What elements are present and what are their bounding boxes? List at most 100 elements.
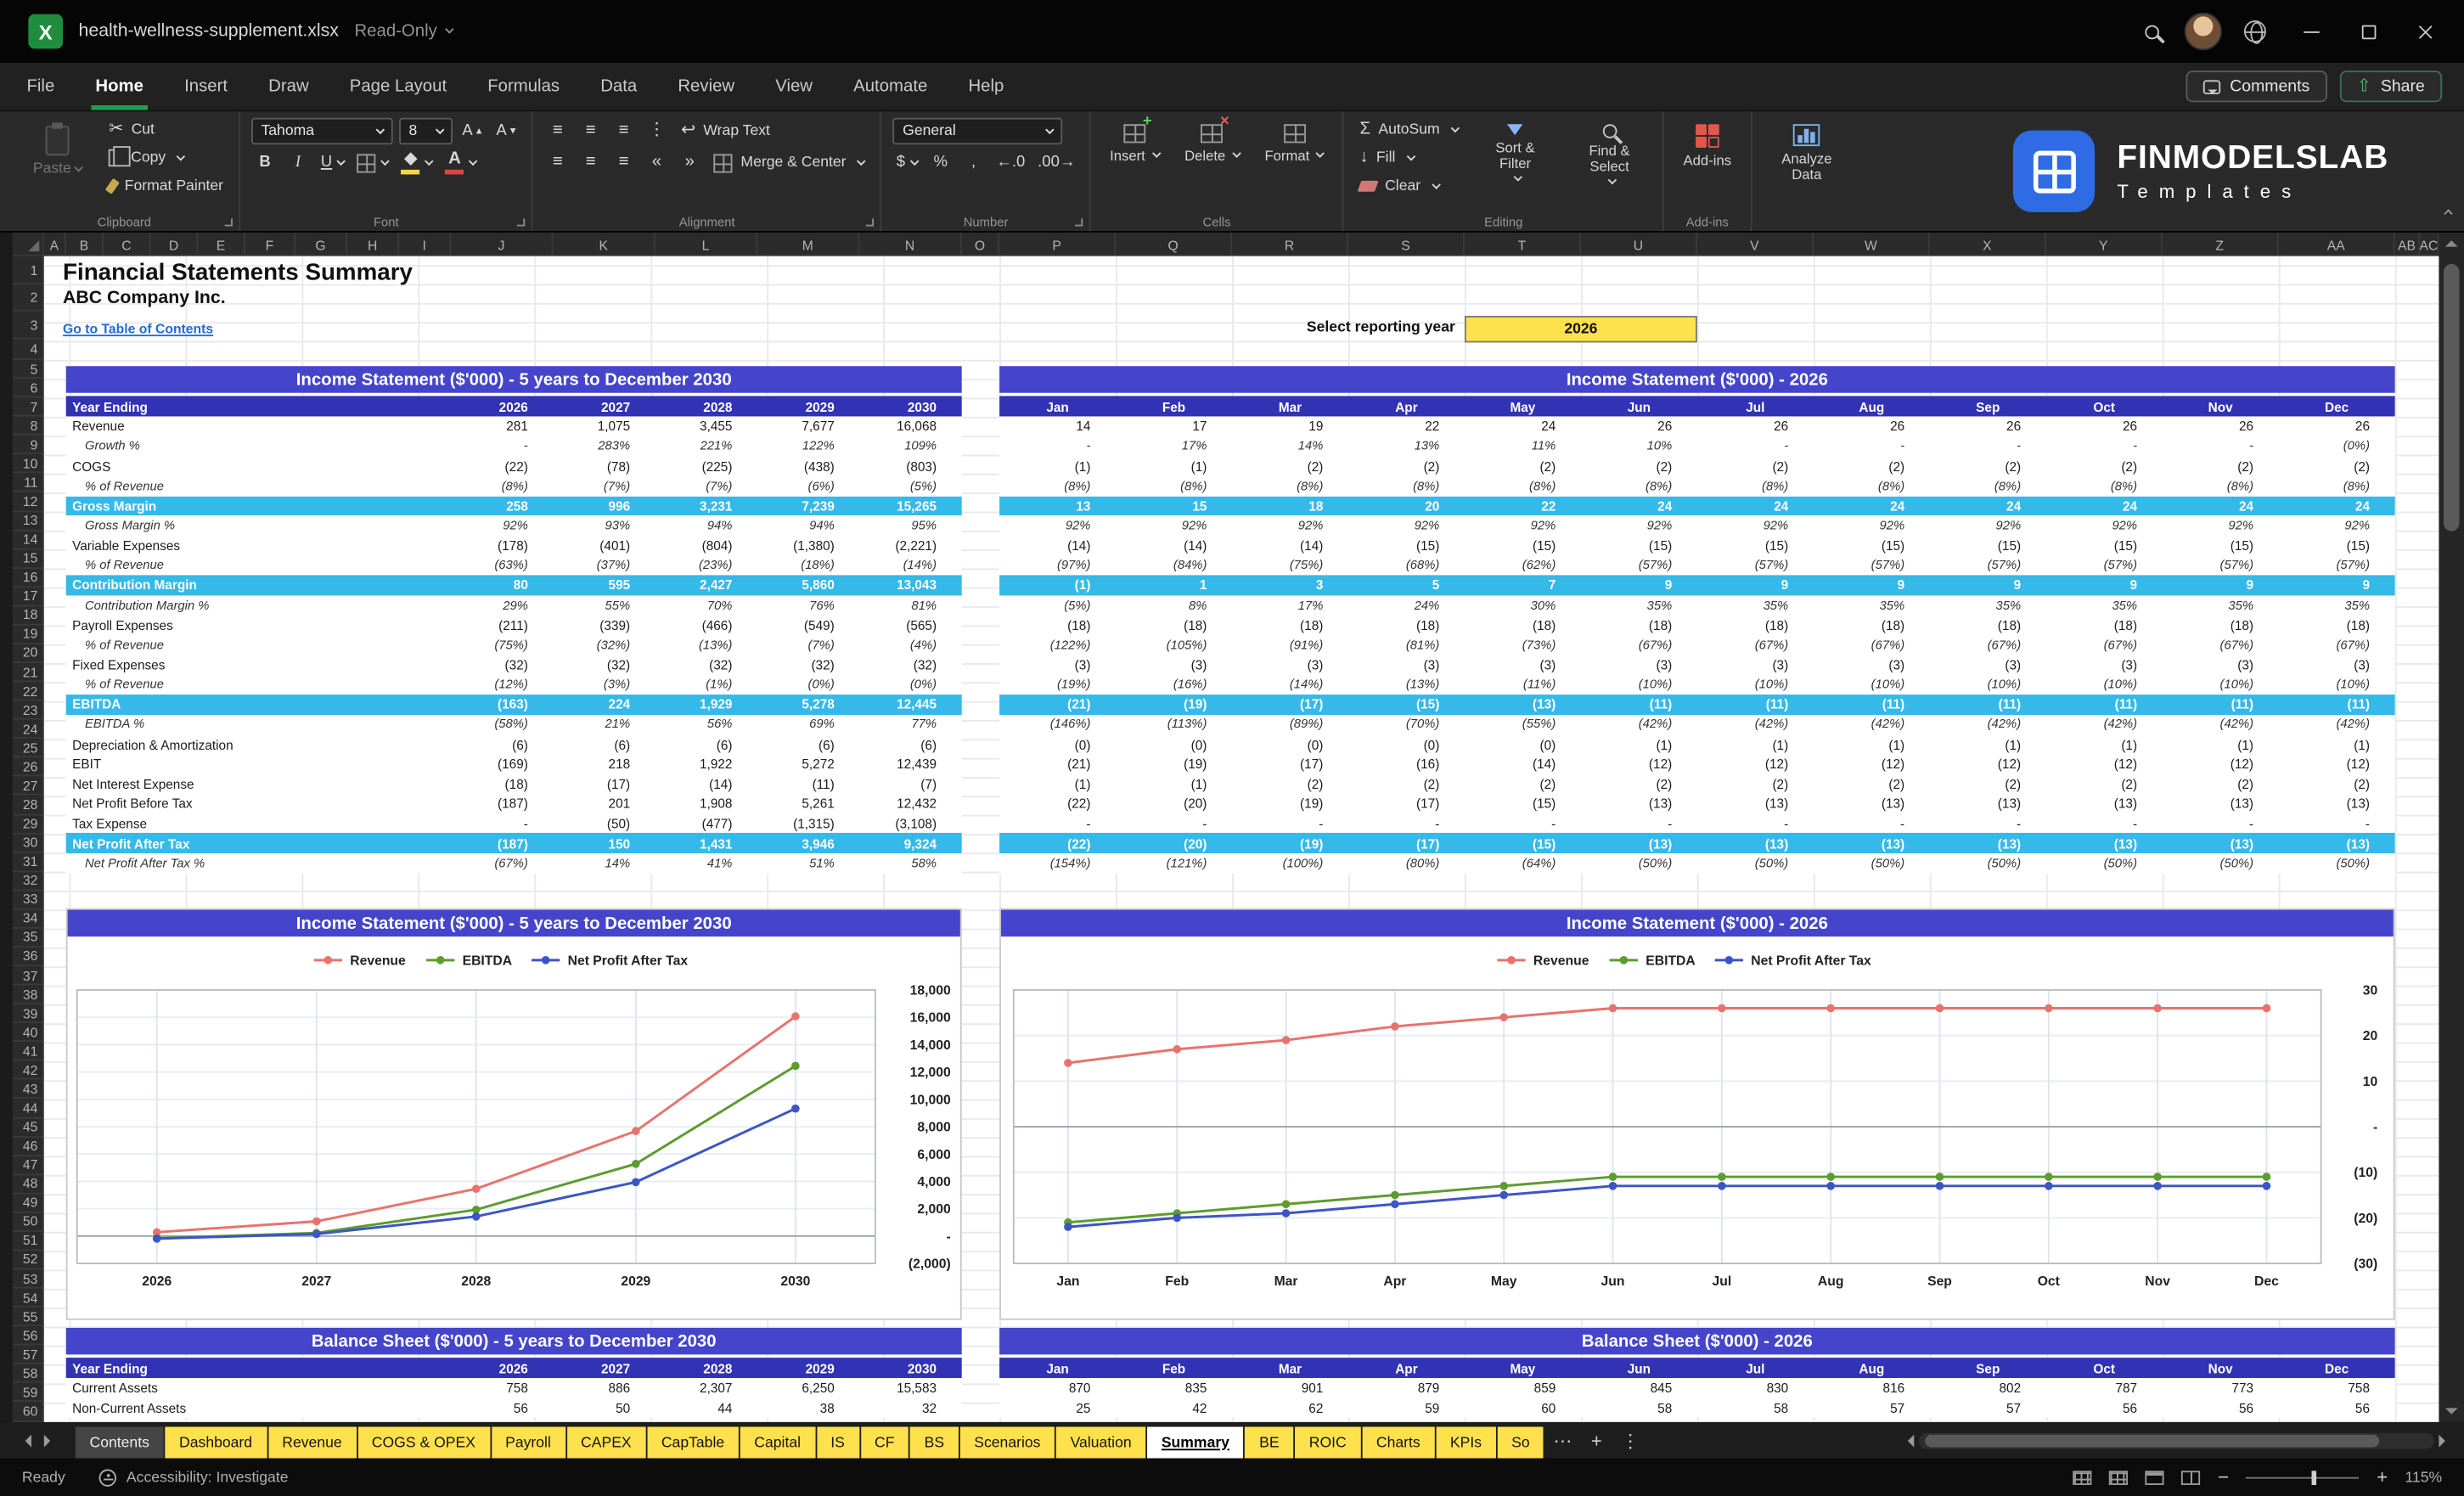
row-header-28[interactable]: 28 [12, 796, 42, 815]
column-header-U[interactable]: U [1581, 232, 1697, 255]
fill-button[interactable]: ↓ Fill [1355, 146, 1464, 170]
decrease-indent-button[interactable]: « [644, 149, 670, 176]
italic-button[interactable]: I [284, 149, 311, 176]
column-header-M[interactable]: M [757, 232, 860, 255]
scroll-left-icon[interactable] [1901, 1433, 1915, 1447]
sheet-tab-capital[interactable]: Capital [740, 1426, 815, 1459]
reporting-year-cell[interactable]: 2026 [1464, 316, 1697, 343]
row-header-54[interactable]: 54 [12, 1289, 42, 1308]
font-color-button[interactable]: A [442, 149, 480, 176]
sheet-tab-charts[interactable]: Charts [1362, 1426, 1435, 1459]
row-header-38[interactable]: 38 [12, 986, 42, 1004]
close-button[interactable] [2401, 8, 2449, 55]
number-dialog-launcher[interactable] [1075, 218, 1083, 227]
column-header-N[interactable]: N [859, 232, 962, 255]
bold-button[interactable]: B [251, 149, 278, 176]
row-header-36[interactable]: 36 [12, 948, 42, 967]
sort-filter-button[interactable]: Sort & Filter [1473, 118, 1558, 188]
row-header-22[interactable]: 22 [12, 682, 42, 701]
row-header-43[interactable]: 43 [12, 1080, 42, 1100]
menu-data[interactable]: Data [596, 63, 642, 110]
column-header-I[interactable]: I [399, 232, 452, 255]
row-header-40[interactable]: 40 [12, 1023, 42, 1043]
vertical-scrollbar-thumb[interactable] [2443, 263, 2460, 531]
decrease-font-size-button[interactable]: A ▼ [493, 118, 521, 144]
row-header-53[interactable]: 53 [12, 1269, 42, 1289]
accounting-format-button[interactable]: $ [893, 149, 921, 176]
vertical-scrollbar[interactable] [2439, 232, 2464, 1422]
percent-style-button[interactable]: % [927, 149, 954, 176]
column-header-Y[interactable]: Y [2046, 232, 2163, 255]
row-header-33[interactable]: 33 [12, 891, 42, 910]
horizontal-scrollbar-thumb[interactable] [1925, 1433, 2379, 1447]
align-center-button[interactable]: ≡ [577, 149, 604, 176]
tab-overflow-button[interactable]: ⋯ [1544, 1429, 1581, 1451]
maximize-button[interactable] [2344, 8, 2392, 55]
row-header-3[interactable]: 3 [12, 311, 42, 340]
column-header-O[interactable]: O [962, 232, 1000, 255]
minimize-button[interactable] [2288, 8, 2336, 55]
column-header-AB[interactable]: AB [2395, 232, 2421, 255]
increase-decimal-button[interactable]: ←.0 [993, 149, 1028, 176]
column-header-F[interactable]: F [245, 232, 295, 255]
accessibility-status[interactable]: Accessibility: Investigate [99, 1468, 289, 1486]
font-size-select[interactable]: 8 [399, 117, 453, 145]
column-header-W[interactable]: W [1814, 232, 1930, 255]
format-painter-button[interactable]: Format Painter [104, 174, 228, 198]
column-header-D[interactable]: D [151, 232, 199, 255]
clear-button[interactable]: Clear [1355, 174, 1464, 198]
column-header-A[interactable]: A [44, 232, 66, 255]
menu-draw[interactable]: Draw [264, 63, 314, 110]
menu-insert[interactable]: Insert [180, 63, 233, 110]
sheet-tab-dashboard[interactable]: Dashboard [165, 1426, 267, 1459]
toc-link[interactable]: Go to Table of Contents [63, 321, 213, 337]
column-header-E[interactable]: E [198, 232, 245, 255]
increase-font-size-button[interactable]: A ▲ [459, 118, 487, 144]
row-header-41[interactable]: 41 [12, 1043, 42, 1061]
column-header-H[interactable]: H [347, 232, 400, 255]
menu-help[interactable]: Help [964, 63, 1009, 110]
sheet-tab-is[interactable]: IS [816, 1426, 859, 1459]
increase-indent-button[interactable]: » [677, 149, 703, 176]
row-header-16[interactable]: 16 [12, 568, 42, 588]
align-right-button[interactable]: ≡ [610, 149, 637, 176]
row-header-30[interactable]: 30 [12, 834, 42, 853]
tab-splitter[interactable]: ⋮ [1612, 1429, 1649, 1451]
row-header-59[interactable]: 59 [12, 1383, 42, 1403]
row-header-5[interactable]: 5 [12, 360, 42, 380]
addins-button[interactable]: Add-ins [1675, 118, 1739, 175]
sheet-tab-be[interactable]: BE [1245, 1426, 1294, 1459]
scroll-down-icon[interactable] [2439, 1400, 2464, 1422]
comma-style-button[interactable]: , [960, 149, 987, 176]
row-header-49[interactable]: 49 [12, 1194, 42, 1213]
align-top-button[interactable]: ≡ [544, 118, 571, 144]
row-header-58[interactable]: 58 [12, 1364, 42, 1384]
menu-home[interactable]: Home [90, 63, 149, 110]
sheet-tab-bs[interactable]: BS [909, 1426, 959, 1459]
row-header-55[interactable]: 55 [12, 1308, 42, 1327]
new-sheet-button[interactable]: + [1582, 1429, 1612, 1451]
row-header-12[interactable]: 12 [12, 492, 42, 512]
decrease-decimal-button[interactable]: .00→ [1034, 149, 1078, 176]
sheet-tab-so[interactable]: So [1497, 1426, 1544, 1459]
scroll-up-icon[interactable] [2439, 233, 2464, 255]
wrap-text-button[interactable]: ↩ Wrap Text [677, 120, 775, 143]
row-header-29[interactable]: 29 [12, 815, 42, 834]
row-header-24[interactable]: 24 [12, 720, 42, 740]
sheet-nav-right-button[interactable] [37, 1427, 63, 1453]
horizontal-scrollbar[interactable] [1901, 1422, 2451, 1459]
column-header-G[interactable]: G [295, 232, 348, 255]
merge-center-button[interactable]: Merge & Center [709, 150, 869, 176]
row-header-52[interactable]: 52 [12, 1251, 42, 1270]
column-header-X[interactable]: X [1930, 232, 2046, 255]
column-header-P[interactable]: P [999, 232, 1117, 255]
avatar[interactable] [2184, 12, 2223, 51]
menu-file[interactable]: File [22, 63, 59, 110]
column-header-S[interactable]: S [1348, 232, 1465, 255]
row-header-23[interactable]: 23 [12, 701, 42, 721]
borders-button[interactable] [354, 149, 391, 176]
scroll-right-icon[interactable] [2439, 1433, 2451, 1447]
search-icon[interactable] [2128, 8, 2175, 55]
row-header-44[interactable]: 44 [12, 1100, 42, 1118]
fill-color-button[interactable]: ◆ [398, 149, 436, 176]
